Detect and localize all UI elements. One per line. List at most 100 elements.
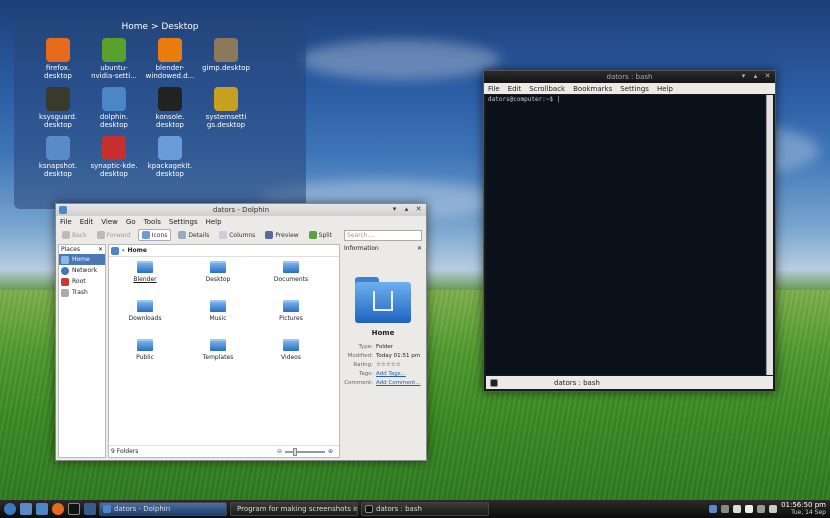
places-header: Places ✕ <box>61 246 103 253</box>
system-settings-icon <box>214 87 238 111</box>
file-item[interactable]: Blender <box>115 261 175 283</box>
dolphin-window: dators - Dolphin ▾ ▴ ✕ File Edit View Go… <box>55 203 427 461</box>
kickoff-menu-icon[interactable] <box>4 503 16 515</box>
info-key: Modified: <box>347 353 373 359</box>
rating-stars[interactable]: ☆☆☆☆☆ <box>376 361 401 370</box>
places-item-home[interactable]: Home <box>59 254 105 265</box>
new-tab-icon[interactable] <box>490 378 498 387</box>
file-item[interactable]: Pictures <box>261 300 321 322</box>
zoom-out-icon[interactable]: ⊖ <box>277 446 282 458</box>
menu-edit[interactable]: Edit <box>80 218 94 226</box>
dolphin-launcher-icon[interactable] <box>36 503 48 515</box>
menu-settings[interactable]: Settings <box>169 218 198 226</box>
close-icon[interactable]: ✕ <box>763 72 772 81</box>
maximize-icon[interactable]: ▴ <box>751 72 760 81</box>
arrow-left-icon[interactable] <box>721 505 730 513</box>
menu-file[interactable]: File <box>488 85 500 93</box>
konsole-launcher-icon[interactable] <box>68 503 80 515</box>
info-value: Folder <box>376 344 393 350</box>
terminal-screen[interactable]: dators@computer:~$ | <box>486 95 765 375</box>
split-button[interactable]: Split <box>306 230 335 240</box>
zoom-slider[interactable]: ⊖ ⊕ <box>277 446 333 457</box>
dolphin-title: dators - Dolphin <box>212 206 270 214</box>
menu-view[interactable]: View <box>101 218 118 226</box>
desktop-icon-item[interactable]: gimp.desktop <box>196 38 256 72</box>
clipboard-icon[interactable] <box>745 505 754 513</box>
desktop-icon-item[interactable]: konsole. desktop <box>140 87 200 129</box>
pager-icon[interactable] <box>84 503 96 515</box>
terminal-scrollbar[interactable] <box>766 95 773 375</box>
task-ksnapshot[interactable]: Program for making screenshots in K <box>230 502 358 516</box>
task-konsole[interactable]: dators : bash <box>361 502 489 516</box>
file-item[interactable]: Desktop <box>188 261 248 283</box>
desktop-icon-label: ksysguard. desktop <box>38 113 78 129</box>
menu-help[interactable]: Help <box>657 85 673 93</box>
file-item[interactable]: Documents <box>261 261 321 283</box>
close-icon[interactable]: ✕ <box>414 205 423 214</box>
menu-edit[interactable]: Edit <box>508 85 522 93</box>
desktop-icon-item[interactable]: dolphin. desktop <box>84 87 144 129</box>
menu-go[interactable]: Go <box>126 218 136 226</box>
search-input[interactable]: Search... <box>344 229 422 241</box>
places-item-trash[interactable]: Trash <box>59 287 105 298</box>
file-label: Blender <box>133 276 157 283</box>
info-link[interactable]: Add Comment... <box>376 379 421 388</box>
desktop-icon-item[interactable]: kpackagekit. desktop <box>140 136 200 178</box>
power-icon[interactable] <box>757 505 766 513</box>
desktop-icon-label: blender- windowed.d... <box>145 64 195 80</box>
network-tray-icon[interactable] <box>769 505 778 513</box>
menu-help[interactable]: Help <box>206 218 222 226</box>
menu-settings[interactable]: Settings <box>620 85 649 93</box>
columns-view-icon <box>219 231 228 239</box>
zoom-in-icon[interactable]: ⊕ <box>328 446 333 458</box>
desktop-icon-item[interactable]: blender- windowed.d... <box>140 38 200 80</box>
file-item[interactable]: Downloads <box>115 300 175 322</box>
clock[interactable]: 01:56:50 pm Tue, 14 Sep <box>781 501 826 517</box>
show-desktop-icon[interactable] <box>20 503 32 515</box>
terminal-prompt: dators@computer:~$ | <box>488 96 561 103</box>
breadcrumb-separator: › <box>122 247 125 254</box>
menu-file[interactable]: File <box>60 218 72 226</box>
minimize-icon[interactable]: ▾ <box>390 205 399 214</box>
info-row: Rating: ☆☆☆☆☆ <box>342 361 424 370</box>
preview-button[interactable]: Preview <box>262 230 301 240</box>
places-item-network[interactable]: Network <box>59 265 105 276</box>
folder-icon <box>137 339 153 351</box>
back-button[interactable]: Back <box>59 230 90 240</box>
forward-button[interactable]: Forward <box>94 230 134 240</box>
mail-icon[interactable] <box>709 505 718 513</box>
zoom-slider-handle[interactable] <box>292 447 297 456</box>
info-link[interactable]: Add Tags... <box>376 370 406 379</box>
volume-icon[interactable] <box>733 505 742 513</box>
status-text: 9 Folders <box>111 448 139 455</box>
menu-scrollback[interactable]: Scrollback <box>529 85 565 93</box>
file-item[interactable]: Videos <box>261 339 321 361</box>
menu-tools[interactable]: Tools <box>144 218 161 226</box>
konsole-titlebar[interactable]: dators : bash ▾ ▴ ✕ <box>484 71 775 83</box>
clock-date: Tue, 14 Sep <box>791 509 826 516</box>
file-item[interactable]: Public <box>115 339 175 361</box>
desktop-icon-item[interactable]: firefox. desktop <box>28 38 88 80</box>
file-item[interactable]: Music <box>188 300 248 322</box>
details-view-button[interactable]: Details <box>175 230 212 240</box>
task-dolphin[interactable]: dators - Dolphin <box>99 502 227 516</box>
file-item[interactable]: Templates <box>188 339 248 361</box>
desktop-icon-item[interactable]: ksysguard. desktop <box>28 87 88 129</box>
close-panel-icon[interactable]: ✕ <box>98 246 103 253</box>
root-icon <box>61 277 69 286</box>
menu-bookmarks[interactable]: Bookmarks <box>573 85 612 93</box>
minimize-icon[interactable]: ▾ <box>739 72 748 81</box>
desktop-icon-item[interactable]: synaptic-kde. desktop <box>84 136 144 178</box>
maximize-icon[interactable]: ▴ <box>402 205 411 214</box>
columns-view-button[interactable]: Columns <box>216 230 258 240</box>
dolphin-titlebar[interactable]: dators - Dolphin ▾ ▴ ✕ <box>56 204 426 216</box>
firefox-launcher-icon[interactable] <box>52 503 64 515</box>
places-item-root[interactable]: Root <box>59 276 105 287</box>
breadcrumb-home[interactable]: Home <box>127 247 146 254</box>
terminal-tab[interactable]: dators : bash <box>554 379 600 387</box>
desktop-icon-item[interactable]: ubuntu- nvidia-setti... <box>84 38 144 80</box>
desktop-icon-item[interactable]: systemsetti gs.desktop <box>196 87 256 129</box>
icons-view-button[interactable]: Icons <box>137 229 172 241</box>
close-panel-icon[interactable]: ✕ <box>417 245 422 252</box>
desktop-icon-item[interactable]: ksnapshot. desktop <box>28 136 88 178</box>
